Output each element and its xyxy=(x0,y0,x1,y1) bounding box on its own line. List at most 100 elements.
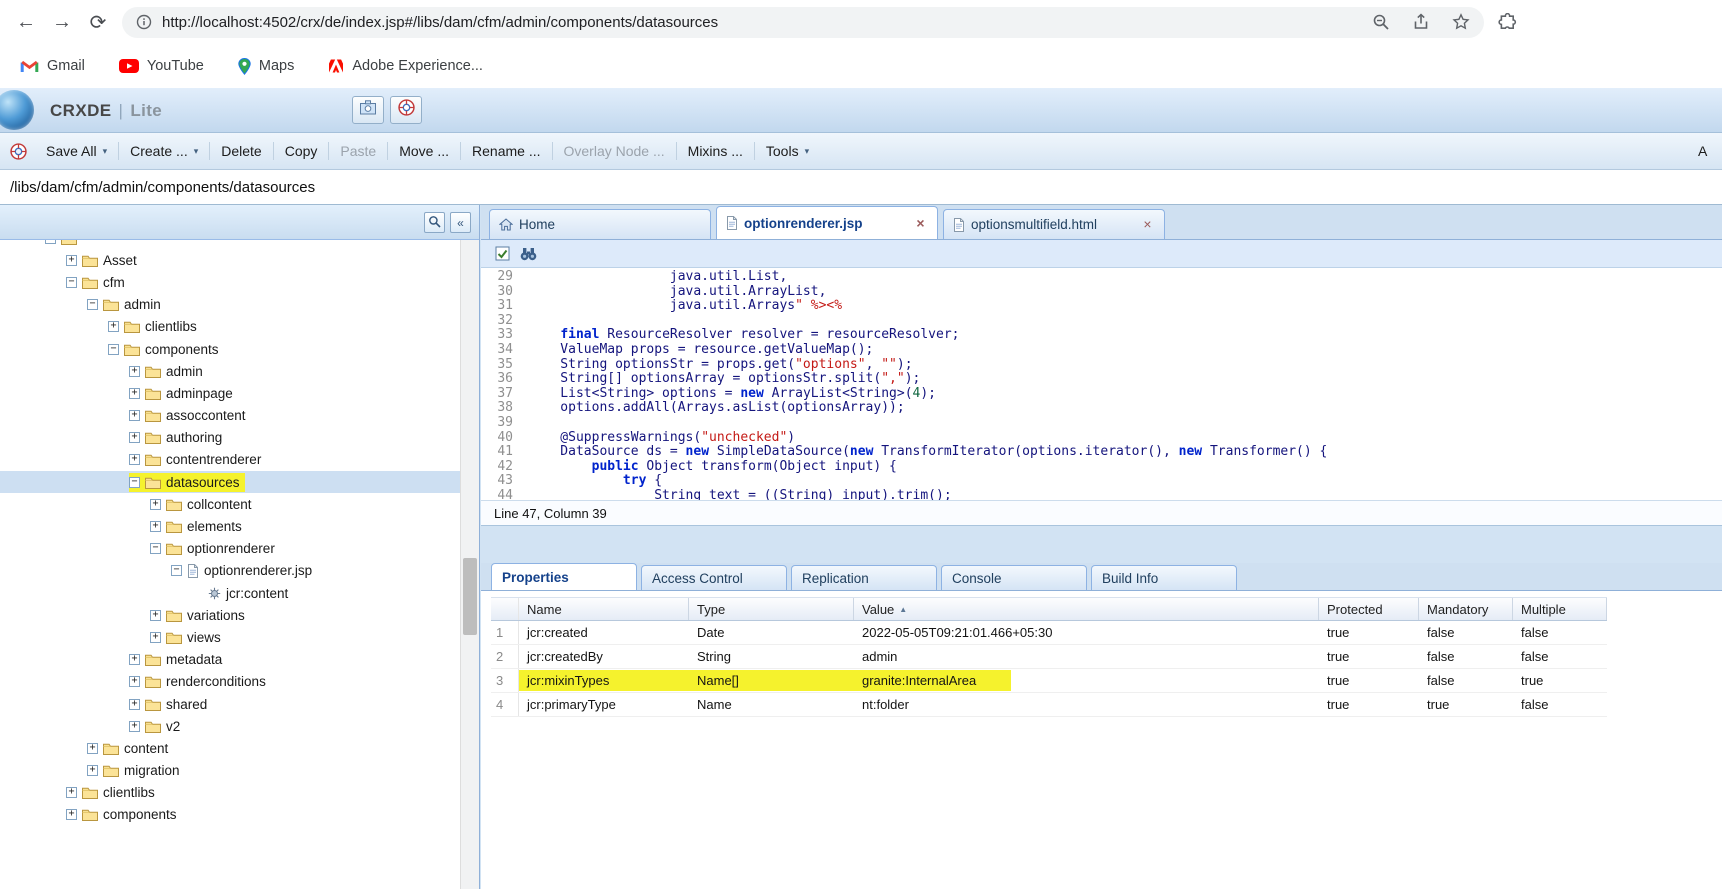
expand-node-icon[interactable]: + xyxy=(129,410,140,422)
tree-row-variations[interactable]: + variations xyxy=(0,604,479,626)
tree-row-assoccontent[interactable]: + assoccontent xyxy=(0,405,479,427)
column-header-name[interactable]: Name xyxy=(519,598,689,620)
collapse-node-icon[interactable]: − xyxy=(87,299,98,311)
snapshot-button[interactable] xyxy=(352,96,384,124)
collapse-node-icon[interactable]: − xyxy=(171,565,182,577)
toolbar-item-tools[interactable]: Tools ▾ xyxy=(755,139,820,163)
reload-icon[interactable]: ⟳ xyxy=(80,4,116,40)
tree-row-admin[interactable]: + admin xyxy=(0,360,479,382)
tree-row-optionrenderer-jsp[interactable]: − optionrenderer.jsp xyxy=(0,560,479,582)
tree-row-contentrenderer[interactable]: + contentrenderer xyxy=(0,449,479,471)
validate-icon[interactable] xyxy=(495,246,510,261)
tree-row-content[interactable]: + content xyxy=(0,737,479,759)
expand-node-icon[interactable]: + xyxy=(66,787,77,799)
toolbar-item-rename[interactable]: Rename ... xyxy=(461,139,551,163)
search-binoculars-icon[interactable] xyxy=(520,247,537,261)
property-row-jcr-created[interactable]: 1 jcr:created Date 2022-05-05T09:21:01.466+… xyxy=(491,621,1607,645)
help-button[interactable] xyxy=(390,96,422,124)
tree-row-collcontent[interactable]: + collcontent xyxy=(0,493,479,515)
tree-row-components[interactable]: + components xyxy=(0,804,479,826)
address-bar[interactable]: http://localhost:4502/crx/de/index.jsp#/… xyxy=(122,6,1484,38)
bookmark-youtube[interactable]: YouTube xyxy=(118,58,204,74)
tree-row-renderconditions[interactable]: + renderconditions xyxy=(0,671,479,693)
bookmark-star-icon[interactable] xyxy=(1452,13,1470,31)
toolbar-item-mixins[interactable]: Mixins ... xyxy=(677,139,754,163)
expand-node-icon[interactable]: + xyxy=(129,454,140,466)
tree-row-clipped[interactable]: − xyxy=(0,240,479,249)
bookmark-adobe-experience[interactable]: Adobe Experience... xyxy=(328,58,483,74)
zoom-icon[interactable] xyxy=(1372,13,1390,31)
expand-node-icon[interactable]: + xyxy=(129,676,140,688)
expand-node-icon[interactable]: + xyxy=(87,742,98,754)
expand-node-icon[interactable]: + xyxy=(66,809,77,821)
column-header-multiple[interactable]: Multiple xyxy=(1513,598,1607,620)
expand-node-icon[interactable]: + xyxy=(129,698,140,710)
tree-row-components[interactable]: − components xyxy=(0,338,479,360)
tab-home[interactable]: Home xyxy=(489,209,711,239)
tree-row-cfm[interactable]: − cfm xyxy=(0,271,479,293)
expand-node-icon[interactable]: + xyxy=(129,432,140,444)
expand-node-icon[interactable]: + xyxy=(150,521,161,533)
bottom-tab-console[interactable]: Console xyxy=(941,565,1087,590)
tree-row-v2[interactable]: + v2 xyxy=(0,715,479,737)
toolbar-lifebuoy-icon[interactable] xyxy=(10,142,27,160)
tab-optionsmultifield-html[interactable]: optionsmultifield.html × xyxy=(943,209,1165,239)
code-editor[interactable]: 29 java.util.List, 30 java.util.ArrayList… xyxy=(481,268,1722,500)
tree-row-clientlibs[interactable]: + clientlibs xyxy=(0,782,479,804)
toolbar-item-move[interactable]: Move ... xyxy=(388,139,460,163)
property-row-jcr-primarytype[interactable]: 4 jcr:primaryType Name nt:folder true true fal… xyxy=(491,693,1607,717)
tree-scrollbar[interactable] xyxy=(460,240,479,889)
node-path-input[interactable]: /libs/dam/cfm/admin/components/datasourc… xyxy=(0,170,1722,205)
tree-row-views[interactable]: + views xyxy=(0,626,479,648)
tree-row-jcr-content[interactable]: jcr:content xyxy=(0,582,479,604)
collapse-node-icon[interactable]: − xyxy=(45,240,56,244)
expand-node-icon[interactable]: + xyxy=(150,631,161,643)
bottom-tab-properties[interactable]: Properties xyxy=(491,563,637,590)
tree-row-clientlibs[interactable]: + clientlibs xyxy=(0,316,479,338)
property-row-jcr-createdby[interactable]: 2 jcr:createdBy String admin true false false xyxy=(491,645,1607,669)
extensions-icon[interactable] xyxy=(1498,12,1517,32)
toolbar-item-copy[interactable]: Copy xyxy=(274,139,329,163)
collapse-node-icon[interactable]: − xyxy=(129,476,140,488)
property-row-jcr-mixintypes[interactable]: 3 jcr:mixinTypes Name[] granite:InternalAre… xyxy=(491,669,1607,693)
toolbar-item-save-all[interactable]: Save All ▾ xyxy=(35,139,118,163)
collapse-node-icon[interactable]: − xyxy=(108,343,119,355)
close-tab-icon[interactable]: × xyxy=(1140,217,1155,232)
tree-scrollbar-thumb[interactable] xyxy=(463,558,477,635)
tree-row-metadata[interactable]: + metadata xyxy=(0,649,479,671)
column-header-type[interactable]: Type xyxy=(689,598,854,620)
bottom-tab-replication[interactable]: Replication xyxy=(791,565,937,590)
tree-row-shared[interactable]: + shared xyxy=(0,693,479,715)
tree-row-datasources[interactable]: − datasources xyxy=(0,471,479,494)
expand-node-icon[interactable]: + xyxy=(150,498,161,510)
tree-row-asset[interactable]: + Asset xyxy=(0,249,479,271)
bookmark-gmail[interactable]: Gmail xyxy=(20,58,85,74)
expand-node-icon[interactable]: + xyxy=(129,365,140,377)
expand-node-icon[interactable]: + xyxy=(108,321,119,333)
tree-row-adminpage[interactable]: + adminpage xyxy=(0,382,479,404)
expand-node-icon[interactable]: + xyxy=(129,387,140,399)
expand-node-icon[interactable]: + xyxy=(129,720,140,732)
collapse-panel-button[interactable]: « xyxy=(450,212,471,233)
tree-row-migration[interactable]: + migration xyxy=(0,760,479,782)
bookmark-maps[interactable]: Maps xyxy=(238,57,294,75)
back-icon[interactable]: ← xyxy=(8,4,44,40)
expand-node-icon[interactable]: + xyxy=(129,654,140,666)
site-info-icon[interactable] xyxy=(136,14,152,30)
tree-row-optionrenderer[interactable]: − optionrenderer xyxy=(0,538,479,560)
expand-node-icon[interactable]: + xyxy=(87,765,98,777)
bottom-tab-build-info[interactable]: Build Info xyxy=(1091,565,1237,590)
find-node-button[interactable] xyxy=(424,212,445,233)
column-header-protected[interactable]: Protected xyxy=(1319,598,1419,620)
close-tab-icon[interactable]: × xyxy=(913,216,928,231)
expand-node-icon[interactable]: + xyxy=(66,254,77,266)
toolbar-item-delete[interactable]: Delete xyxy=(210,139,272,163)
forward-icon[interactable]: → xyxy=(44,4,80,40)
collapse-node-icon[interactable]: − xyxy=(150,543,161,555)
expand-node-icon[interactable]: + xyxy=(150,609,161,621)
tab-optionrenderer-jsp[interactable]: optionrenderer.jsp × xyxy=(716,206,938,239)
tree-row-elements[interactable]: + elements xyxy=(0,515,479,537)
tree-row-admin[interactable]: − admin xyxy=(0,294,479,316)
share-icon[interactable] xyxy=(1412,13,1430,31)
bottom-tab-access-control[interactable]: Access Control xyxy=(641,565,787,590)
